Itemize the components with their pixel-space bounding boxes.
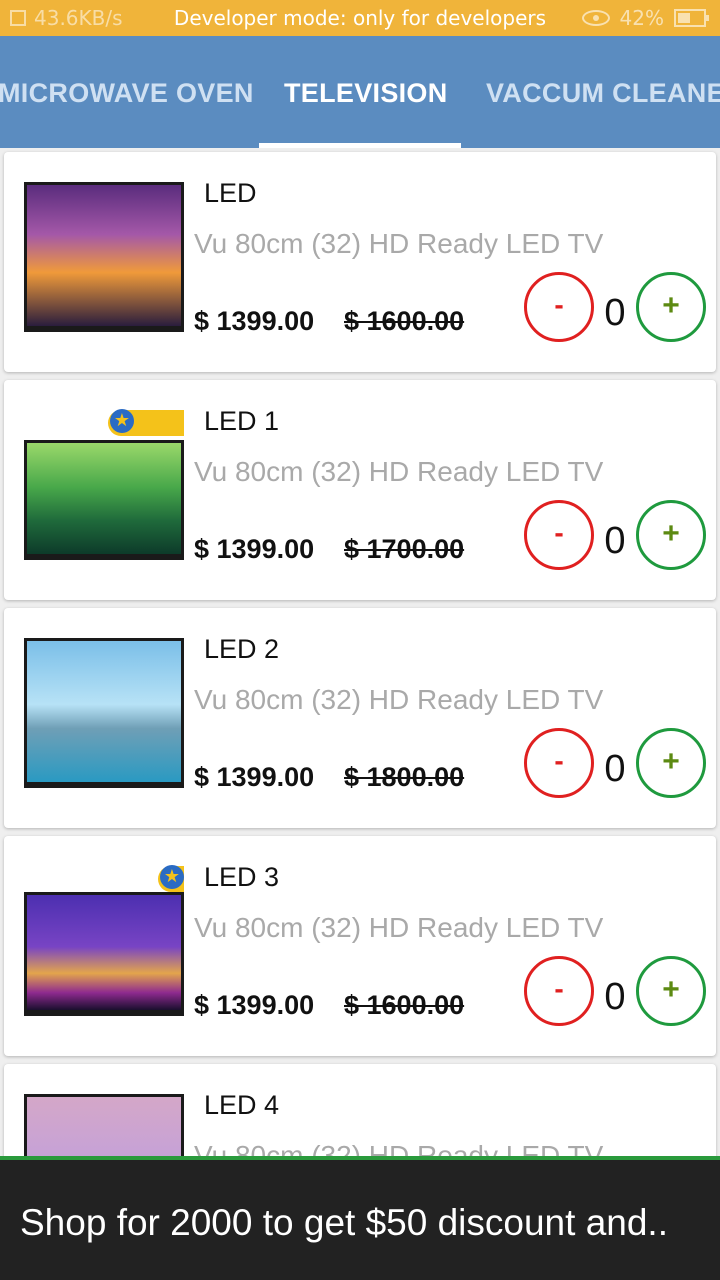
tv-image xyxy=(24,440,184,560)
flipkart-exclusive-badge-icon xyxy=(158,865,184,892)
increase-quantity-button[interactable]: + xyxy=(636,500,706,570)
product-image xyxy=(24,1094,184,1160)
product-image xyxy=(24,409,184,560)
status-bar: 43.6KB/s Developer mode: only for develo… xyxy=(0,0,720,36)
product-card[interactable]: LED 4 Vu 80cm (32) HD Ready LED TV xyxy=(4,1064,716,1160)
decrease-quantity-button[interactable]: - xyxy=(524,500,594,570)
quantity-value: 0 xyxy=(604,976,626,1018)
tab-television[interactable]: TELEVISION xyxy=(284,78,448,109)
flipkart-exclusive-badge-icon xyxy=(108,409,184,436)
promo-banner[interactable]: Shop for 2000 to get $50 discount and.. xyxy=(0,1156,720,1280)
tv-image xyxy=(24,638,184,788)
product-image xyxy=(24,638,184,788)
product-old-price: $ 1600.00 xyxy=(344,990,465,1020)
product-price: $ 1399.00 xyxy=(194,534,315,564)
product-price: $ 1399.00 xyxy=(194,306,315,336)
quantity-value: 0 xyxy=(604,748,626,790)
product-list[interactable]: LED Vu 80cm (32) HD Ready LED TV $ 1399.… xyxy=(0,148,720,1160)
product-name: LED 4 xyxy=(204,1090,280,1120)
tab-microwave-oven[interactable]: MICROWAVE OVEN xyxy=(0,78,254,109)
product-card[interactable]: LED Vu 80cm (32) HD Ready LED TV $ 1399.… xyxy=(4,152,716,372)
increase-quantity-button[interactable]: + xyxy=(636,272,706,342)
product-name: LED 2 xyxy=(204,634,280,664)
status-right: 42% xyxy=(581,6,709,30)
category-tab-bar: MICROWAVE OVEN TELEVISION VACCUM CLEANER xyxy=(0,36,720,148)
product-description: Vu 80cm (32) HD Ready LED TV xyxy=(194,456,604,487)
product-description: Vu 80cm (32) HD Ready LED TV xyxy=(194,228,604,259)
product-price: $ 1399.00 xyxy=(194,990,315,1020)
battery-percent: 42% xyxy=(619,6,664,30)
product-price: $ 1399.00 xyxy=(194,762,315,792)
product-old-price: $ 1700.00 xyxy=(344,534,465,564)
promo-banner-text: Shop for 2000 to get $50 discount and.. xyxy=(20,1202,668,1243)
product-name: LED xyxy=(204,178,257,208)
increase-quantity-button[interactable]: + xyxy=(636,956,706,1026)
product-old-price: $ 1800.00 xyxy=(344,762,465,792)
product-image xyxy=(24,182,184,332)
decrease-quantity-button[interactable]: - xyxy=(524,728,594,798)
product-old-price: $ 1600.00 xyxy=(344,306,465,336)
decrease-quantity-button[interactable]: - xyxy=(524,956,594,1026)
product-description: Vu 80cm (32) HD Ready LED TV xyxy=(194,912,604,943)
tv-image xyxy=(24,1094,184,1160)
quantity-value: 0 xyxy=(604,520,626,562)
product-card[interactable]: LED 3 Vu 80cm (32) HD Ready LED TV $ 139… xyxy=(4,836,716,1056)
tv-image xyxy=(24,182,184,332)
product-card[interactable]: LED 1 Vu 80cm (32) HD Ready LED TV $ 139… xyxy=(4,380,716,600)
tab-vaccum-cleaner[interactable]: VACCUM CLEANER xyxy=(486,78,720,109)
product-name: LED 1 xyxy=(204,406,280,436)
product-name: LED 3 xyxy=(204,862,280,892)
eye-icon xyxy=(581,10,610,26)
product-description: Vu 80cm (32) HD Ready LED TV xyxy=(194,684,604,715)
quantity-value: 0 xyxy=(604,292,626,334)
battery-icon xyxy=(674,9,709,27)
tv-image xyxy=(24,892,184,1016)
product-card[interactable]: LED 2 Vu 80cm (32) HD Ready LED TV $ 139… xyxy=(4,608,716,828)
increase-quantity-button[interactable]: + xyxy=(636,728,706,798)
product-image xyxy=(24,865,184,1016)
decrease-quantity-button[interactable]: - xyxy=(524,272,594,342)
